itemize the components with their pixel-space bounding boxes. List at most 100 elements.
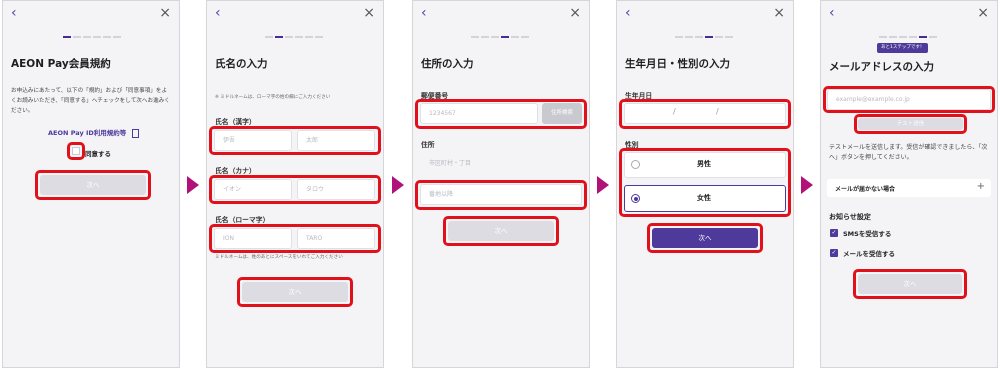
terms-description: お申込みにあたって、以下の「規約」および「同意事項」をよくお読みいただき、「同意… <box>11 88 170 114</box>
progress-step <box>919 36 927 38</box>
screen-email-input: ‹ × あと1ステップです！ メールアドレスの入力 example@exampl… <box>820 0 998 368</box>
next-button[interactable]: 次へ <box>40 175 146 195</box>
progress-step <box>675 36 683 38</box>
progress-step <box>295 36 303 38</box>
female-radio[interactable] <box>631 194 640 203</box>
progress-step <box>481 36 489 38</box>
progress-step <box>889 36 897 38</box>
roman-label: 氏名（ローマ字） <box>215 216 270 224</box>
page-title: AEON Pay会員規約 <box>11 58 111 70</box>
progress-step <box>899 36 907 38</box>
middle-name-note: ※ ミドルネームは、ローマ字の姓の欄にご入力ください <box>215 95 331 100</box>
date-separator: / <box>673 107 676 116</box>
progress-step <box>715 36 723 38</box>
progress-step <box>929 36 937 38</box>
progress-step <box>93 36 101 38</box>
next-button[interactable]: 次へ <box>448 221 554 241</box>
address-label: 住所 <box>421 141 435 149</box>
progress-step <box>103 36 111 38</box>
screen-address-input: ‹ × 住所の入力 郵便番号 1234567 住所検索 住所 市区町村・丁目 番… <box>412 0 590 368</box>
back-icon[interactable]: ‹ <box>421 4 427 22</box>
expand-icon: + <box>976 181 985 192</box>
step-arrow <box>597 176 609 194</box>
kana-label: 氏名（カナ） <box>215 167 256 175</box>
progress-step <box>695 36 703 38</box>
postal-input[interactable]: 1234567 <box>420 103 538 124</box>
progress-step <box>113 36 121 38</box>
step-arrow <box>187 176 199 194</box>
progress-step <box>275 36 283 38</box>
progress-step <box>909 36 917 38</box>
kanji-first-input[interactable]: 太郎 <box>297 130 375 151</box>
test-mail-description: テストメールを送信します。受信が確認できましたら、「次へ」ボタンを押してください… <box>829 144 988 161</box>
progress-step <box>511 36 519 38</box>
progress-step <box>491 36 499 38</box>
email-input[interactable]: example@example.co.jp <box>827 89 991 110</box>
back-icon[interactable]: ‹ <box>625 4 631 22</box>
step-arrow <box>392 176 404 194</box>
date-separator: / <box>716 107 719 116</box>
kanji-label: 氏名（漢字） <box>215 118 256 126</box>
back-icon[interactable]: ‹ <box>215 4 221 22</box>
roman-last-input[interactable]: ION <box>214 228 292 249</box>
page-title: 生年月日・性別の入力 <box>625 58 730 70</box>
roman-note: ミドルネームは、姓のあとにスペースをいれてご入力ください <box>215 255 343 260</box>
close-icon[interactable]: × <box>569 4 581 22</box>
progress-step <box>725 36 733 38</box>
progress-step <box>305 36 313 38</box>
progress-step <box>63 36 71 38</box>
kana-last-input[interactable]: イオン <box>214 179 292 200</box>
terms-link-label: AEON Pay ID利用規約等 <box>48 129 127 137</box>
progress-step <box>521 36 529 38</box>
close-icon[interactable]: × <box>363 4 375 22</box>
test-send-button[interactable]: テスト送信 <box>858 118 963 130</box>
remaining-steps-badge: あと1ステップです！ <box>877 43 929 53</box>
progress-step <box>471 36 479 38</box>
next-button[interactable]: 次へ <box>652 228 758 248</box>
progress-step <box>73 36 81 38</box>
close-icon[interactable]: × <box>773 4 785 22</box>
step-arrow <box>801 176 813 194</box>
progress-step <box>315 36 323 38</box>
back-icon[interactable]: ‹ <box>829 4 835 22</box>
radio-selected-dot <box>633 196 638 201</box>
roman-first-input[interactable]: TARO <box>297 228 375 249</box>
kanji-last-input[interactable]: 伊吾 <box>214 130 292 151</box>
terms-link[interactable]: AEON Pay ID利用規約等 <box>48 127 139 138</box>
screen-birthdate-gender: ‹ × 生年月日・性別の入力 生年月日 / / 性別 男性 女性 次へ <box>616 0 794 368</box>
next-button[interactable]: 次へ <box>242 282 348 302</box>
page-title: 氏名の入力 <box>215 58 268 70</box>
agree-label: 同意する <box>85 150 111 158</box>
progress-step <box>265 36 273 38</box>
notification-settings-title: お知らせ設定 <box>829 213 871 221</box>
screen-name-input: ‹ × 氏名の入力 ※ ミドルネームは、ローマ字の姓の欄にご入力ください 氏名（… <box>206 0 384 368</box>
close-icon[interactable]: × <box>977 4 989 22</box>
female-label: 女性 <box>697 194 711 202</box>
no-mail-accordion[interactable]: メールが届かない場合 + <box>827 179 991 197</box>
mail-checkbox[interactable]: ✓ <box>830 249 838 257</box>
street-input[interactable]: 番地以降 <box>420 184 582 205</box>
address-search-button[interactable]: 住所検索 <box>542 103 582 124</box>
next-button[interactable]: 次へ <box>858 274 962 294</box>
male-radio[interactable] <box>631 160 640 169</box>
screen-terms: ‹ × AEON Pay会員規約 お申込みにあたって、以下の「規約」および「同意… <box>2 0 180 368</box>
close-icon[interactable]: × <box>159 4 171 22</box>
progress-step <box>285 36 293 38</box>
progress-step <box>83 36 91 38</box>
page-title: 住所の入力 <box>421 58 474 70</box>
kana-first-input[interactable]: タロウ <box>297 179 375 200</box>
agree-checkbox[interactable] <box>72 147 80 155</box>
male-label: 男性 <box>697 160 711 168</box>
page-title: メールアドレスの入力 <box>829 61 934 73</box>
no-mail-label: メールが届かない場合 <box>835 186 896 193</box>
progress-step <box>685 36 693 38</box>
progress-step <box>501 36 509 38</box>
dob-input[interactable] <box>624 103 786 124</box>
city-input[interactable]: 市区町村・丁目 <box>420 153 582 174</box>
back-icon[interactable]: ‹ <box>11 4 17 22</box>
sms-checkbox[interactable]: ✓ <box>830 229 838 237</box>
document-icon <box>131 128 139 138</box>
sms-label: SMSを受信する <box>843 230 892 238</box>
progress-step <box>879 36 887 38</box>
mail-label: メールを受信する <box>843 250 895 258</box>
